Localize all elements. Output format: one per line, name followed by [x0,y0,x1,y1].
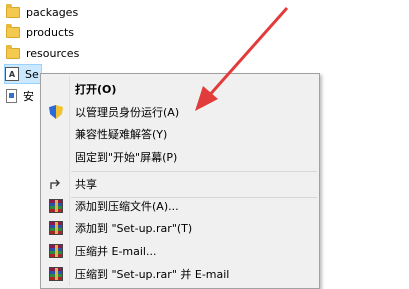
menu-item-compress-email[interactable]: 压缩并 E-mail... [43,240,317,262]
file-item-products[interactable]: products [6,22,166,42]
folder-icon [6,3,20,18]
menu-item-open[interactable]: 打开(O) [43,78,317,100]
winrar-icon [49,199,63,213]
menu-item-add-to-rar[interactable]: 添加到 "Set-up.rar"(T) [43,217,317,239]
menu-item-share[interactable]: 共享 [43,173,317,195]
menu-item-label: 压缩到 "Set-up.rar" 并 E-mail [75,268,230,281]
exe-icon: A [5,67,19,81]
share-icon [49,177,63,191]
file-item-doc[interactable]: 安 [6,86,42,106]
menu-item-label: 压缩并 E-mail... [75,245,157,258]
file-item-packages[interactable]: packages [6,2,166,22]
winrar-icon [49,244,63,258]
menu-item-label: 共享 [75,178,97,191]
menu-separator [71,171,317,172]
menu-item-pin-to-start[interactable]: 固定到"开始"屏幕(P) [43,146,317,168]
file-item-label: packages [26,5,79,19]
doc-icon [6,89,17,103]
winrar-icon [49,221,63,235]
menu-item-label: 添加到 "Set-up.rar"(T) [75,222,193,235]
folder-icon [6,44,20,59]
file-item-label: 安 [23,90,34,103]
menu-item-compat-troubleshoot[interactable]: 兼容性疑难解答(Y) [43,123,317,145]
menu-item-label: 以管理员身份运行(A) [75,106,180,119]
file-item-resources[interactable]: resources [6,43,166,63]
file-item-label: products [26,25,75,39]
context-menu: 打开(O) 以管理员身份运行(A) 兼容性疑难解答(Y) 固定到"开始"屏幕(P… [40,73,320,289]
menu-item-label: 添加到压缩文件(A)... [75,200,179,213]
uac-shield-icon [49,105,63,119]
folder-icon [6,23,20,38]
menu-item-compress-rar-email[interactable]: 压缩到 "Set-up.rar" 并 E-mail [43,263,317,285]
file-item-setup[interactable]: A Se [4,64,42,84]
menu-item-label: 固定到"开始"屏幕(P) [75,151,178,164]
file-item-label: resources [26,46,80,60]
winrar-icon [49,267,63,281]
menu-item-label: 打开(O) [75,83,117,96]
menu-item-run-as-admin[interactable]: 以管理员身份运行(A) [43,101,317,123]
menu-item-label: 兼容性疑难解答(Y) [75,128,168,141]
menu-item-add-to-archive[interactable]: 添加到压缩文件(A)... [43,195,317,217]
file-item-label: Se [25,67,39,81]
